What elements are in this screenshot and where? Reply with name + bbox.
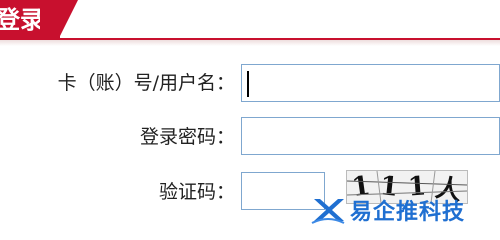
login-tab-title: 登录: [0, 6, 40, 34]
captcha-label: 验证码：: [158, 181, 235, 203]
text-cursor: [247, 71, 249, 97]
login-tab-slant: [58, 0, 78, 40]
password-input[interactable]: [241, 117, 500, 155]
password-label: 登录密码：: [139, 126, 235, 148]
watermark: 易企推科技: [310, 193, 465, 227]
account-input[interactable]: [241, 64, 500, 102]
watermark-text: 易企推科技: [350, 200, 466, 225]
account-label: 卡（账）号/用户名：: [57, 72, 235, 94]
header-shadow: [0, 40, 500, 46]
login-header: 登录: [0, 0, 500, 46]
watermark-logo-icon: [311, 199, 345, 224]
